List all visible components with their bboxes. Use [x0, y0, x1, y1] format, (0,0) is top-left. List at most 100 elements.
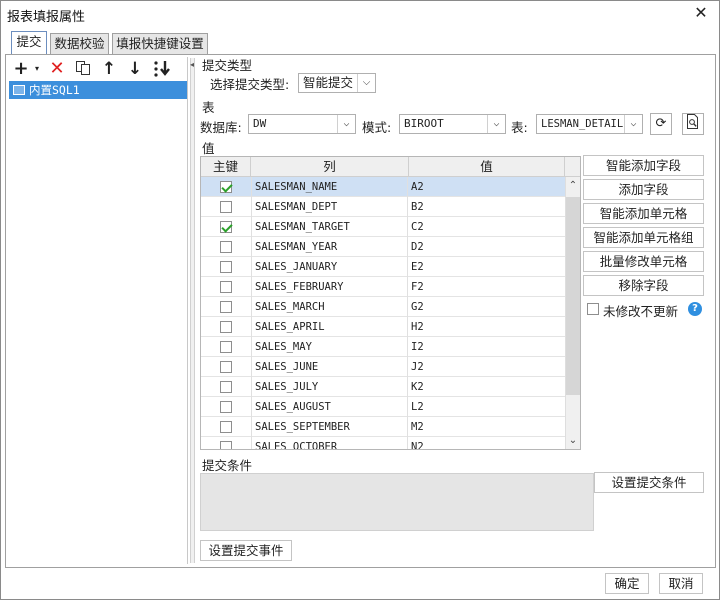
schema-select[interactable]: BIROOT ⌵ [399, 114, 506, 134]
primary-key-checkbox[interactable] [220, 261, 232, 273]
primary-key-checkbox[interactable] [220, 341, 232, 353]
table-row[interactable]: SALES_AUGUST L2 [201, 397, 565, 417]
table-row[interactable]: SALES_JULY K2 [201, 377, 565, 397]
primary-key-checkbox[interactable] [220, 441, 232, 449]
title-bar: 报表填报属性 ✕ [1, 1, 719, 27]
column-cell[interactable]: SALESMAN_YEAR [251, 237, 408, 257]
header-value[interactable]: 值 [409, 157, 565, 177]
header-column[interactable]: 列 [251, 157, 409, 177]
panel-splitter[interactable] [190, 58, 195, 563]
sql-list-item[interactable]: 内置SQL1 [9, 81, 187, 99]
table-row[interactable]: SALES_FEBRUARY F2 [201, 277, 565, 297]
set-submit-event-button[interactable]: 设置提交事件 [200, 540, 292, 561]
primary-key-checkbox[interactable] [220, 321, 232, 333]
value-cell[interactable]: H2 [409, 317, 564, 337]
table-row[interactable]: SALESMAN_TARGET C2 [201, 217, 565, 237]
primary-key-checkbox[interactable] [220, 241, 232, 253]
remove-field-button[interactable]: 移除字段 [583, 275, 704, 296]
table-row[interactable]: SALESMAN_DEPT B2 [201, 197, 565, 217]
primary-key-checkbox[interactable] [220, 421, 232, 433]
value-cell[interactable]: D2 [409, 237, 564, 257]
add-dropdown-chevron-icon[interactable]: ▾ [28, 60, 46, 78]
column-cell[interactable]: SALES_FEBRUARY [251, 277, 408, 297]
column-cell[interactable]: SALESMAN_DEPT [251, 197, 408, 217]
table-label: 表: [511, 120, 528, 135]
column-cell[interactable]: SALES_APRIL [251, 317, 408, 337]
smart-add-cell-group-button[interactable]: 智能添加单元格组 [583, 227, 704, 248]
column-cell[interactable]: SALES_SEPTEMBER [251, 417, 408, 437]
refresh-icon[interactable]: ⟳ [650, 113, 672, 135]
primary-key-checkbox[interactable] [220, 381, 232, 393]
scrollbar-thumb[interactable] [566, 197, 580, 395]
column-cell[interactable]: SALES_JULY [251, 377, 408, 397]
collapse-arrow-icon[interactable]: ◂ [190, 60, 195, 69]
copy-icon[interactable] [74, 60, 92, 78]
table-row[interactable]: SALES_OCTOBER N2 [201, 437, 565, 449]
primary-key-checkbox[interactable] [220, 401, 232, 413]
table-row[interactable]: SALESMAN_NAME A2 [201, 177, 565, 197]
value-cell[interactable]: N2 [409, 437, 564, 449]
column-cell[interactable]: SALESMAN_TARGET [251, 217, 408, 237]
value-cell[interactable]: E2 [409, 257, 564, 277]
submit-type-select[interactable]: 智能提交 ⌵ [298, 73, 376, 93]
scroll-down-icon[interactable]: ⌄ [565, 433, 580, 449]
primary-key-checkbox[interactable] [220, 201, 232, 213]
table-row[interactable]: SALES_MAY I2 [201, 337, 565, 357]
column-cell[interactable]: SALESMAN_NAME [251, 177, 408, 197]
header-corner [565, 157, 580, 177]
arrow-up-icon[interactable]: ↑ [100, 60, 118, 78]
value-cell[interactable]: G2 [409, 297, 564, 317]
value-cell[interactable]: F2 [409, 277, 564, 297]
table-row[interactable]: SALESMAN_YEAR D2 [201, 237, 565, 257]
preview-icon[interactable] [682, 113, 704, 135]
primary-key-checkbox[interactable] [220, 361, 232, 373]
primary-key-checkbox[interactable] [220, 301, 232, 313]
smart-add-cell-button[interactable]: 智能添加单元格 [583, 203, 704, 224]
no-update-checkbox[interactable] [587, 303, 599, 315]
column-cell[interactable]: SALES_MAY [251, 337, 408, 357]
schema-value: BIROOT [404, 117, 444, 130]
cancel-button[interactable]: 取消 [659, 573, 703, 594]
value-cell[interactable]: L2 [409, 397, 564, 417]
table-row[interactable]: SALES_JUNE J2 [201, 357, 565, 377]
tab-data-validation[interactable]: 数据校验 [50, 33, 109, 54]
value-cell[interactable]: A2 [409, 177, 564, 197]
table-row[interactable]: SALES_APRIL H2 [201, 317, 565, 337]
primary-key-checkbox[interactable] [220, 221, 232, 233]
close-icon[interactable]: ✕ [691, 3, 711, 23]
help-icon[interactable]: ? [688, 302, 702, 316]
value-cell[interactable]: K2 [409, 377, 564, 397]
sort-icon[interactable] [152, 60, 174, 78]
column-cell[interactable]: SALES_OCTOBER [251, 437, 408, 449]
value-cell[interactable]: J2 [409, 357, 564, 377]
value-cell[interactable]: M2 [409, 417, 564, 437]
add-field-button[interactable]: 添加字段 [583, 179, 704, 200]
scroll-up-icon[interactable]: ⌃ [565, 178, 580, 194]
column-cell[interactable]: SALES_MARCH [251, 297, 408, 317]
table-select[interactable]: LESMAN_DETAIL ⌵ [536, 114, 643, 134]
delete-icon[interactable]: ✕ [48, 60, 66, 78]
value-cell[interactable]: B2 [409, 197, 564, 217]
ok-button[interactable]: 确定 [605, 573, 649, 594]
chevron-down-icon: ⌵ [357, 74, 375, 92]
table-row[interactable]: SALES_MARCH G2 [201, 297, 565, 317]
tab-shortcut-settings[interactable]: 填报快捷键设置 [112, 33, 208, 54]
table-row[interactable]: SALES_SEPTEMBER M2 [201, 417, 565, 437]
tab-submit[interactable]: 提交 [11, 31, 47, 55]
dialog-title: 报表填报属性 [7, 10, 86, 25]
column-cell[interactable]: SALES_JUNE [251, 357, 408, 377]
header-key[interactable]: 主键 [201, 157, 251, 177]
batch-modify-cell-button[interactable]: 批量修改单元格 [583, 251, 704, 272]
primary-key-checkbox[interactable] [220, 281, 232, 293]
value-cell[interactable]: I2 [409, 337, 564, 357]
smart-add-fields-button[interactable]: 智能添加字段 [583, 155, 704, 176]
primary-key-checkbox[interactable] [220, 181, 232, 193]
table-section-label: 表 [202, 100, 215, 115]
column-cell[interactable]: SALES_AUGUST [251, 397, 408, 417]
arrow-down-icon[interactable]: ↓ [126, 60, 144, 78]
column-cell[interactable]: SALES_JANUARY [251, 257, 408, 277]
table-row[interactable]: SALES_JANUARY E2 [201, 257, 565, 277]
set-submit-condition-button[interactable]: 设置提交条件 [594, 472, 704, 493]
database-select[interactable]: DW ⌵ [248, 114, 356, 134]
value-cell[interactable]: C2 [409, 217, 564, 237]
